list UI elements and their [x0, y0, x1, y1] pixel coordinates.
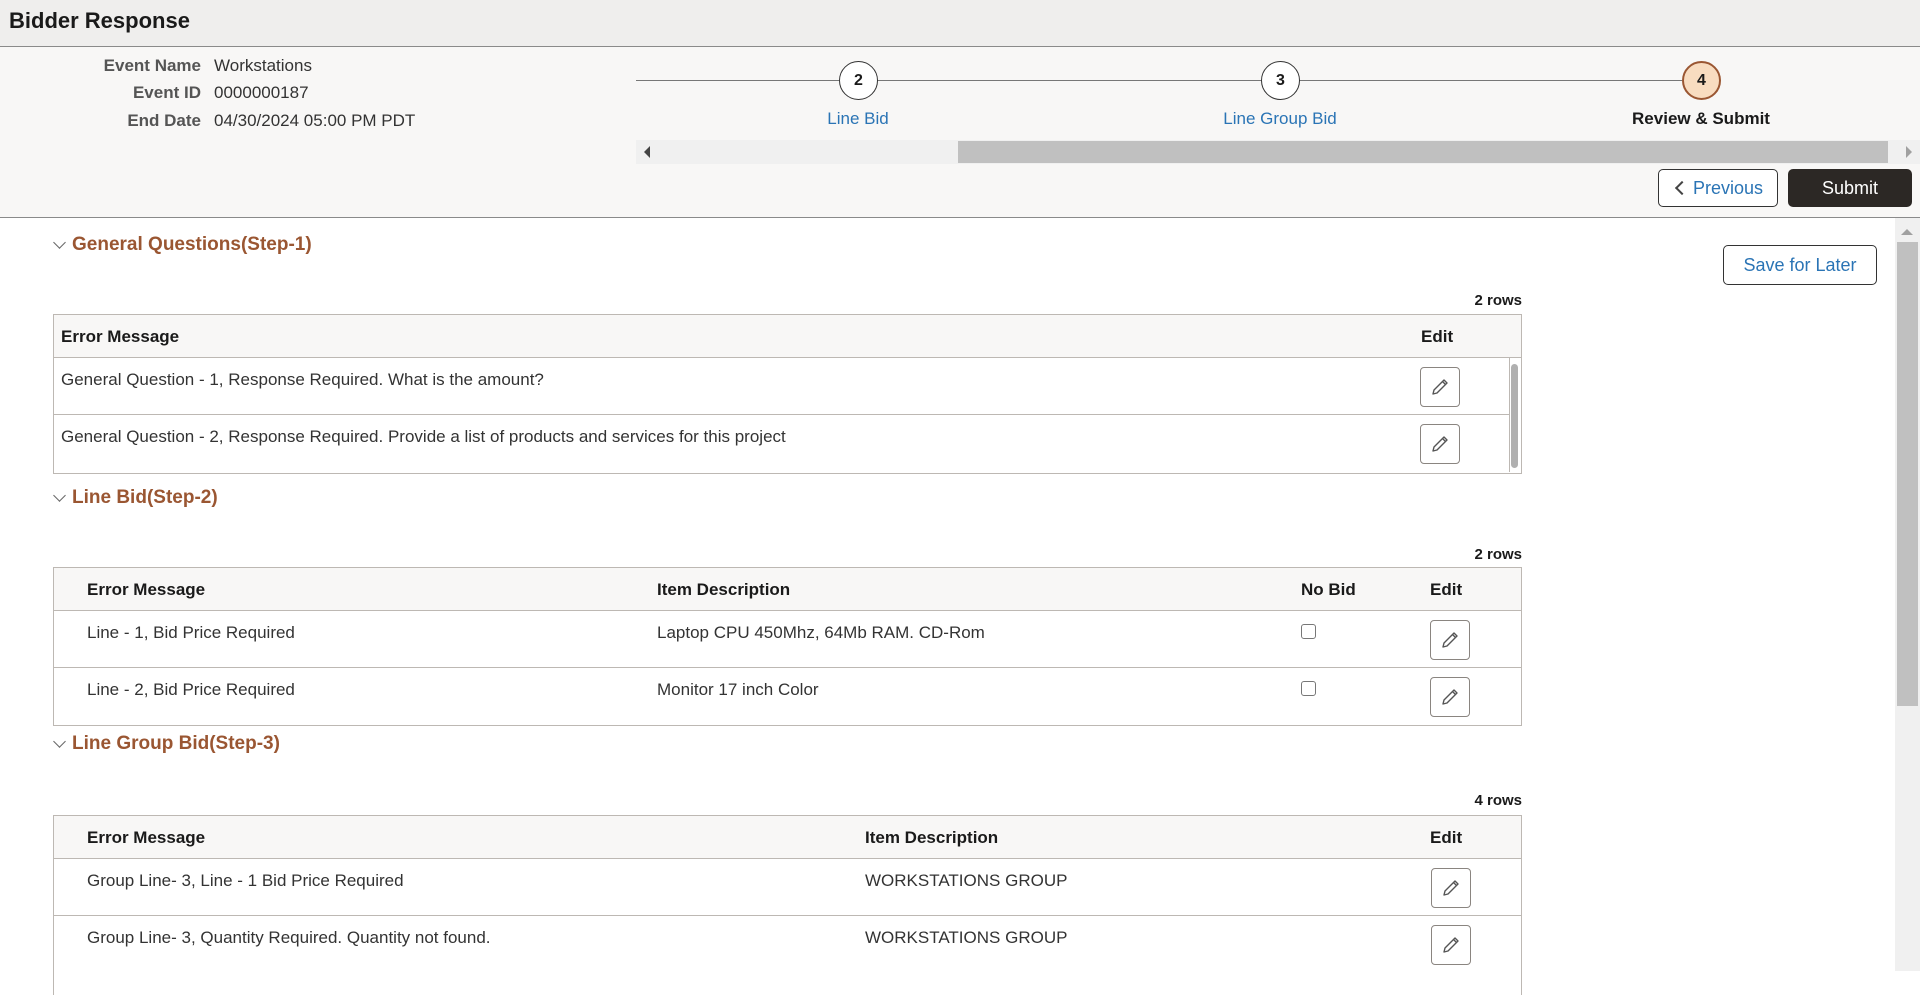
- edit-button[interactable]: [1431, 925, 1471, 965]
- section-title: Line Group Bid(Step-3): [72, 733, 280, 754]
- grid-header: Error Message Edit: [54, 315, 1521, 358]
- col-edit: Edit: [1430, 580, 1463, 599]
- edit-button[interactable]: [1430, 620, 1470, 660]
- line-bid-grid: Error Message Item Description No Bid Ed…: [53, 567, 1522, 726]
- section-title: General Questions(Step-1): [72, 234, 312, 255]
- event-info-band: Event Name Workstations Event ID 0000000…: [0, 47, 1920, 218]
- step-3-link[interactable]: Line Group Bid: [1160, 109, 1400, 129]
- end-date-value: 04/30/2024 05:00 PM PDT: [214, 111, 416, 130]
- error-message: General Question - 2, Response Required.…: [61, 427, 786, 446]
- item-description: Laptop CPU 450Mhz, 64Mb RAM. CD-Rom: [657, 623, 985, 642]
- edit-button[interactable]: [1420, 367, 1460, 407]
- table-row: General Question - 1, Response Required.…: [54, 358, 1509, 415]
- event-name-value: Workstations: [214, 56, 312, 75]
- error-message: Group Line- 3, Line - 1 Bid Price Requir…: [87, 871, 404, 890]
- page-scroll-thumb[interactable]: [1897, 242, 1918, 706]
- edit-button[interactable]: [1430, 677, 1470, 717]
- stepper-scroll-thumb[interactable]: [958, 141, 1888, 163]
- scroll-up-arrow-icon[interactable]: [1901, 229, 1913, 235]
- error-message: General Question - 1, Response Required.…: [61, 370, 544, 389]
- section-general-questions-toggle[interactable]: General Questions(Step-1): [53, 234, 312, 256]
- table-row: Line - 2, Bid Price Required Monitor 17 …: [54, 668, 1521, 725]
- step-2-circle[interactable]: 2: [839, 61, 878, 100]
- item-description: WORKSTATIONS GROUP: [865, 871, 1068, 890]
- pencil-icon: [1442, 689, 1458, 705]
- col-error-message: Error Message: [87, 828, 206, 847]
- step-4-label: Review & Submit: [1632, 109, 1770, 128]
- pencil-icon: [1432, 436, 1448, 452]
- table-row: Line - 1, Bid Price Required Laptop CPU …: [54, 611, 1521, 668]
- error-message: Group Line- 3, Quantity Required. Quanti…: [87, 928, 491, 947]
- save-for-later-button[interactable]: Save for Later: [1723, 245, 1877, 285]
- previous-button[interactable]: Previous: [1658, 169, 1778, 207]
- section-line-group-bid-toggle[interactable]: Line Group Bid(Step-3): [53, 733, 280, 755]
- chevron-down-icon: [53, 236, 66, 249]
- error-message: Line - 1, Bid Price Required: [87, 623, 295, 642]
- pencil-icon: [1432, 379, 1448, 395]
- no-bid-checkbox[interactable]: [1301, 624, 1316, 639]
- section-title: Line Bid(Step-2): [72, 487, 218, 508]
- section-line-bid-toggle[interactable]: Line Bid(Step-2): [53, 487, 218, 509]
- scroll-left-arrow-icon[interactable]: [644, 146, 650, 158]
- col-edit: Edit: [1430, 828, 1463, 847]
- grid-body: General Question - 1, Response Required.…: [54, 358, 1510, 472]
- chevron-left-icon: [1674, 180, 1690, 196]
- edit-button[interactable]: [1431, 868, 1471, 908]
- page-title: Bidder Response: [9, 8, 190, 33]
- table-row: Group Line- 3, Line - 1 Bid Price Requir…: [54, 859, 1521, 916]
- no-bid-checkbox[interactable]: [1301, 681, 1316, 696]
- step-3-circle[interactable]: 3: [1261, 61, 1300, 100]
- pencil-icon: [1443, 880, 1459, 896]
- item-description: WORKSTATIONS GROUP: [865, 928, 1068, 947]
- chevron-down-icon: [53, 489, 66, 502]
- row-count: 4 rows: [1474, 792, 1522, 809]
- grid-header: Error Message Item Description No Bid Ed…: [54, 568, 1521, 611]
- line-group-bid-grid: Error Message Item Description Edit Grou…: [53, 815, 1522, 995]
- chevron-down-icon: [53, 735, 66, 748]
- stepper-scrollbar[interactable]: [636, 140, 1920, 164]
- previous-button-label: Previous: [1692, 177, 1764, 198]
- submit-button[interactable]: Submit: [1788, 169, 1912, 207]
- col-item-description: Item Description: [865, 828, 999, 847]
- event-id-value: 0000000187: [214, 83, 309, 102]
- pencil-icon: [1442, 632, 1458, 648]
- step-2-link[interactable]: Line Bid: [738, 109, 978, 129]
- grid-scrollbar[interactable]: [1511, 364, 1518, 468]
- col-error-message: Error Message: [61, 327, 180, 346]
- event-name-label: Event Name: [103, 56, 201, 75]
- page-scrollbar[interactable]: [1895, 218, 1920, 971]
- end-date-label: End Date: [127, 111, 201, 130]
- title-bar: Bidder Response: [0, 0, 1920, 47]
- error-message: Line - 2, Bid Price Required: [87, 680, 295, 699]
- edit-button[interactable]: [1420, 424, 1460, 464]
- item-description: Monitor 17 inch Color: [657, 680, 819, 699]
- col-error-message: Error Message: [87, 580, 206, 599]
- col-no-bid: No Bid: [1301, 580, 1356, 599]
- general-questions-grid: Error Message Edit General Question - 1,…: [53, 314, 1522, 474]
- row-count: 2 rows: [1474, 292, 1522, 309]
- col-item-description: Item Description: [657, 580, 791, 599]
- grid-header: Error Message Item Description Edit: [54, 816, 1521, 859]
- pencil-icon: [1443, 937, 1459, 953]
- scroll-right-arrow-icon[interactable]: [1906, 146, 1912, 158]
- table-row: General Question - 2, Response Required.…: [54, 415, 1509, 472]
- step-4-circle: 4: [1682, 61, 1721, 100]
- row-count: 2 rows: [1474, 546, 1522, 563]
- table-row: Group Line- 3, Quantity Required. Quanti…: [54, 916, 1521, 973]
- col-edit: Edit: [1421, 327, 1454, 346]
- event-id-label: Event ID: [132, 83, 201, 102]
